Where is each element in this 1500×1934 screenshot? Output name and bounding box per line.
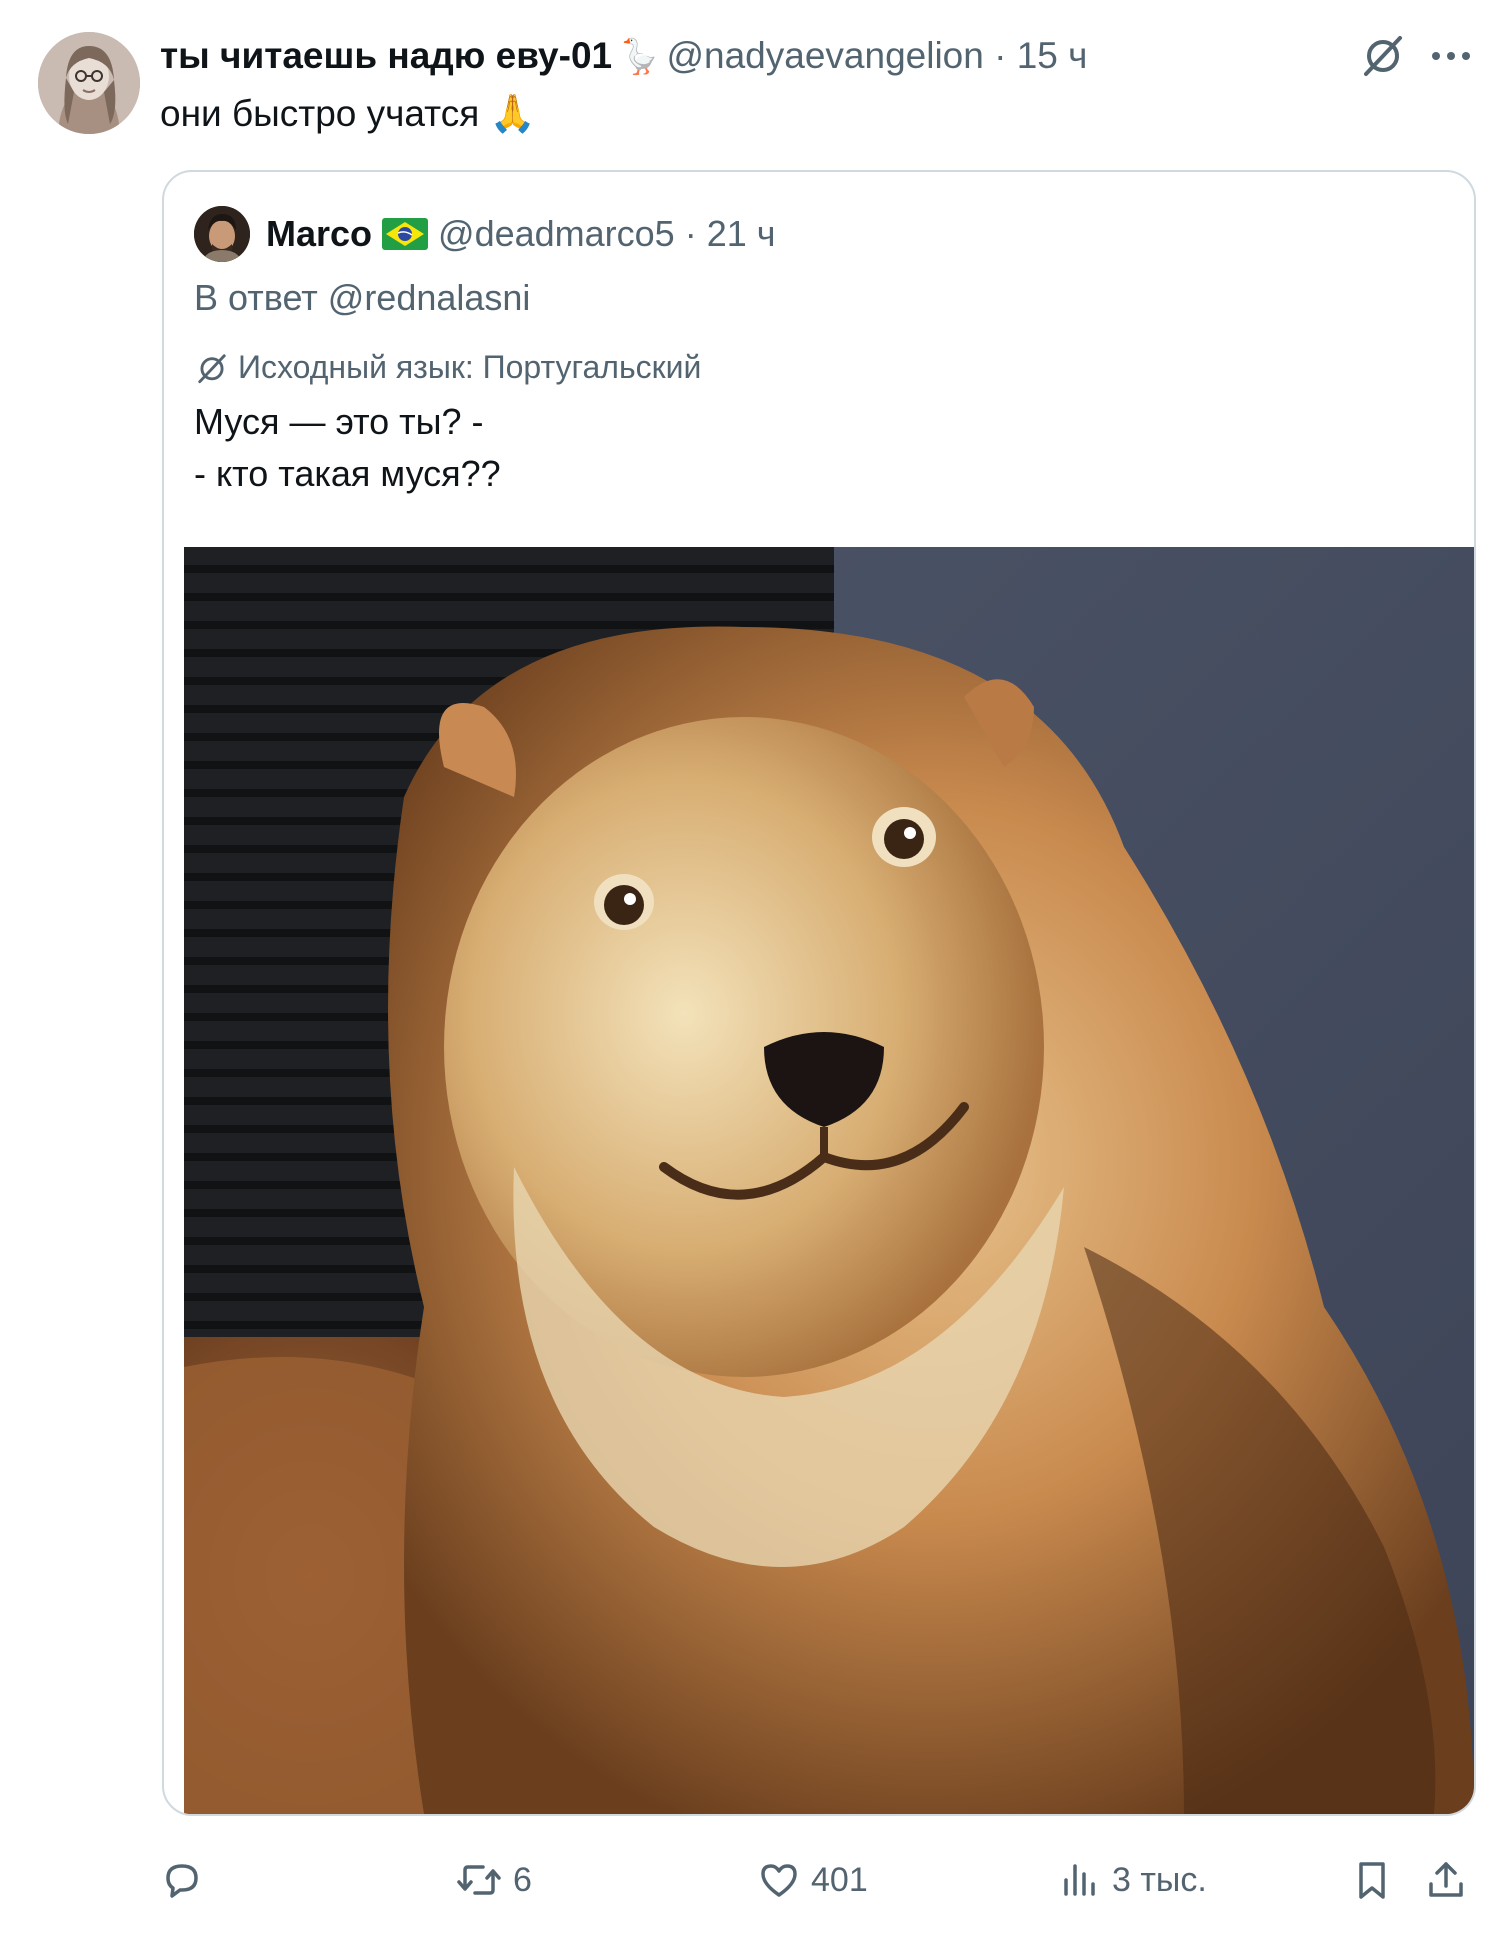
quoted-text-line-1: Муся — это ты? -	[194, 401, 484, 442]
source-language-line: Исходный язык: Португальский	[194, 344, 701, 390]
quoted-tweet-photo[interactable]	[184, 547, 1474, 1814]
tweet-header: ты читаешь надю еву-01 🪿 @nadyaevangelion …	[160, 30, 1087, 83]
views-icon	[1064, 1864, 1095, 1896]
meta-separator: ·	[983, 35, 1017, 76]
reply-button[interactable]	[160, 1848, 214, 1912]
translate-icon	[198, 354, 226, 384]
quoted-timestamp[interactable]: 21 ч	[707, 213, 776, 254]
author-handle[interactable]: @nadyaevangelion	[666, 35, 983, 76]
quoted-author-avatar[interactable]	[194, 206, 250, 262]
bookmark-icon	[1359, 1862, 1385, 1899]
reply-icon	[166, 1864, 198, 1898]
like-button[interactable]: 401	[757, 1848, 868, 1912]
bookmark-button[interactable]	[1350, 1848, 1394, 1912]
quoted-tweet-text: Муся — это ты? - - кто такая муся??	[194, 396, 501, 500]
reply-to-line[interactable]: В ответ @rednalasni	[194, 272, 530, 324]
like-icon	[761, 1864, 797, 1897]
quoted-tweet-card[interactable]: Marco @deadmarco5 · 21 ч В ответ @rednal…	[162, 170, 1476, 1816]
like-count: 401	[811, 1860, 868, 1899]
retweet-icon	[457, 1865, 501, 1895]
retweet-button[interactable]: 6	[455, 1848, 532, 1912]
quoted-tweet-header: Marco @deadmarco5 · 21 ч	[266, 208, 776, 260]
share-button[interactable]	[1424, 1848, 1468, 1912]
author-display-name[interactable]: ты читаешь надю еву-01	[160, 35, 612, 76]
share-icon	[1429, 1862, 1463, 1897]
views-count: 3 тыс.	[1112, 1860, 1207, 1899]
brazil-flag-icon	[382, 218, 429, 250]
author-avatar[interactable]	[38, 32, 140, 134]
quoted-handle[interactable]: @deadmarco5	[438, 213, 675, 254]
retweet-count: 6	[513, 1860, 532, 1899]
pray-emoji: 🙏	[489, 93, 536, 134]
tweet-text-body: они быстро учатся	[160, 93, 480, 134]
more-icon[interactable]	[1424, 30, 1478, 80]
goose-emoji: 🪿	[618, 38, 661, 76]
source-language-text: Исходный язык: Португальский	[238, 349, 702, 385]
grok-icon[interactable]	[1358, 30, 1408, 80]
views-button[interactable]: 3 тыс.	[1058, 1848, 1207, 1912]
tweet-timestamp[interactable]: 15 ч	[1017, 35, 1088, 76]
tweet-text: они быстро учатся 🙏	[160, 88, 536, 140]
quoted-display-name[interactable]: Marco	[266, 213, 372, 254]
quoted-text-line-2: - кто такая муся??	[194, 453, 501, 494]
tweet-action-bar: 6 401 3 тыс.	[0, 1848, 1500, 1912]
quoted-meta-separator: ·	[674, 213, 707, 254]
